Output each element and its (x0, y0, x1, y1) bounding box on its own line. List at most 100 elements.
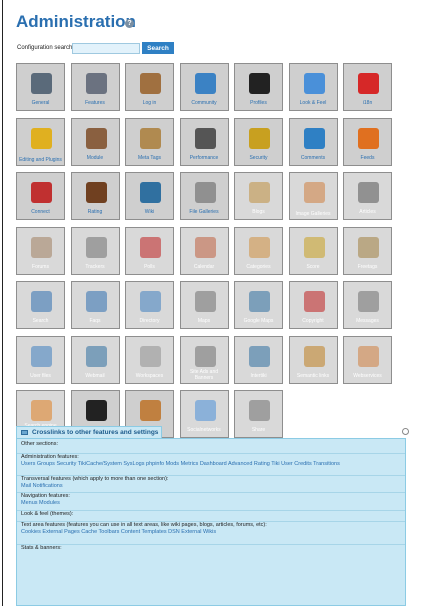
tile-meta-tags[interactable]: Meta Tags (125, 117, 174, 166)
tile-intertiki[interactable]: Intertiki (234, 335, 283, 384)
tile-label: Directory (139, 318, 160, 324)
forum-icon (31, 236, 52, 258)
tile-comments[interactable]: Comments (288, 117, 338, 166)
crosslinks-section: Text area features (features you can use… (17, 521, 405, 536)
tile-webmail[interactable]: Webmail (70, 335, 120, 384)
settings-gear-icon[interactable] (402, 428, 409, 435)
tile-label: Features (85, 100, 105, 106)
tile-search[interactable]: Search (16, 281, 65, 329)
stars-icon (303, 236, 325, 258)
tracker-icon (85, 236, 107, 258)
tile-label: Score (306, 263, 320, 270)
payment-icon (140, 400, 161, 421)
meta-tag-icon (140, 127, 161, 149)
tile-label: Meta Tags (138, 154, 161, 161)
tile-image-galleries[interactable]: Image Galleries (288, 172, 338, 220)
tile-semantic-links[interactable]: Semantic links (288, 335, 338, 384)
tile-messages[interactable]: Messages (343, 281, 392, 329)
tile-score[interactable]: Score (288, 226, 338, 275)
section-heading: Look & feel (themes): (21, 511, 74, 517)
google-maps-icon (249, 291, 270, 312)
tile-profiles[interactable]: Profiles (234, 63, 283, 111)
tile-general[interactable]: General (16, 63, 65, 111)
faq-icon (85, 291, 107, 312)
tile-editing-and-plugins[interactable]: Editing and Plugins (16, 117, 65, 166)
tile-categories[interactable]: Categories (234, 226, 283, 275)
tile-label: Calendar (193, 263, 215, 270)
tile-site-ads-and-banners[interactable]: Site Ads and Banners (179, 335, 229, 384)
workspaces-icon (140, 345, 161, 367)
tile-connect[interactable]: Connect (16, 172, 65, 220)
tile-label: Security (249, 154, 268, 161)
section-links[interactable]: Mail Notifications (21, 483, 405, 490)
tile-directory[interactable]: Directory (125, 281, 174, 329)
wrench-icon (31, 73, 52, 94)
tile-workspaces[interactable]: Workspaces (125, 335, 174, 384)
tile-feeds[interactable]: Feeds (343, 117, 392, 166)
tile-user-files[interactable]: User files (16, 335, 65, 384)
copyright-icon (303, 291, 325, 312)
rss-icon (358, 127, 379, 149)
crosslinks-tab[interactable]: Crosslinks to other features and setting… (16, 426, 162, 438)
stopwatch-icon (194, 127, 216, 149)
page-title: Administration (16, 12, 136, 31)
tile-log-in[interactable]: Log in (125, 63, 174, 111)
tile-maps[interactable]: Maps (179, 281, 229, 329)
tile-label: Articles (359, 209, 376, 215)
tile-label: Socialnetworks (187, 427, 221, 433)
banners-icon (194, 345, 216, 367)
search-button[interactable]: Search (142, 42, 174, 54)
tile-webservices[interactable]: Webservices (343, 335, 392, 384)
tile-articles[interactable]: Articles (343, 172, 392, 220)
pencil-icon (31, 127, 52, 149)
user-files-icon (31, 345, 52, 367)
search-label: Configuration search: (17, 45, 75, 51)
webservices-icon (358, 345, 379, 367)
tile-calendar[interactable]: Calendar (179, 226, 229, 275)
section-heading: Stats & banners: (21, 545, 62, 551)
section-links[interactable]: Cookies External Pages Cache Toolbars Co… (21, 529, 405, 536)
tile-blogs[interactable]: Blogs (234, 172, 283, 220)
tile-wiki[interactable]: Wiki (125, 172, 174, 220)
clapperboard-icon (85, 400, 107, 421)
tile-label: File Galleries (189, 209, 219, 215)
tile-performance[interactable]: Performance (179, 117, 229, 166)
tile-look-feel[interactable]: Look & Feel (288, 63, 338, 111)
tile-security[interactable]: Security (234, 117, 283, 166)
tile-file-galleries[interactable]: File Galleries (179, 172, 229, 220)
module-icon (85, 127, 107, 149)
tile-module[interactable]: Module (70, 117, 120, 166)
tile-label: Webservices (353, 372, 382, 379)
tile-share[interactable]: Share (234, 390, 283, 438)
crosslinks-title: Crosslinks to other features and setting… (32, 429, 159, 436)
tile-i18n[interactable]: i18n (343, 63, 392, 111)
tile-socialnetworks[interactable]: Socialnetworks (179, 390, 229, 438)
tile-label: Wiki (144, 209, 155, 215)
help-icon[interactable]: ? (125, 19, 134, 28)
tile-faqs[interactable]: Faqs (70, 281, 120, 329)
tile-label: Connect (31, 209, 50, 215)
section-links[interactable]: Menus Modules (21, 500, 405, 507)
tile-label: Blogs (252, 209, 265, 215)
tile-label: Copyright (302, 318, 324, 324)
magnifier-icon (31, 291, 52, 312)
section-links[interactable]: Users Groups Security TikiCache/System S… (21, 461, 405, 468)
tile-features[interactable]: Features (70, 63, 120, 111)
tile-label: Polls (144, 263, 155, 270)
tile-freetags[interactable]: Freetags (343, 226, 392, 275)
tile-copyright[interactable]: Copyright (288, 281, 338, 329)
webmail-icon (85, 345, 107, 367)
search-input[interactable] (72, 43, 140, 54)
tile-google-maps[interactable]: Google Maps (234, 281, 283, 329)
section-heading: Text area features (features you can use… (21, 522, 267, 528)
door-icon (140, 73, 161, 94)
tile-label: Categories (246, 263, 271, 270)
tile-label: User files (30, 372, 51, 379)
tile-forums[interactable]: Forums (16, 226, 65, 275)
tile-community[interactable]: Community (179, 63, 229, 111)
tile-polls[interactable]: Polls (125, 226, 174, 275)
socialnetworks-icon (194, 400, 216, 421)
tile-label: Google Maps (243, 318, 274, 324)
tile-rating[interactable]: Rating (70, 172, 120, 220)
tile-trackers[interactable]: Trackers (70, 226, 120, 275)
